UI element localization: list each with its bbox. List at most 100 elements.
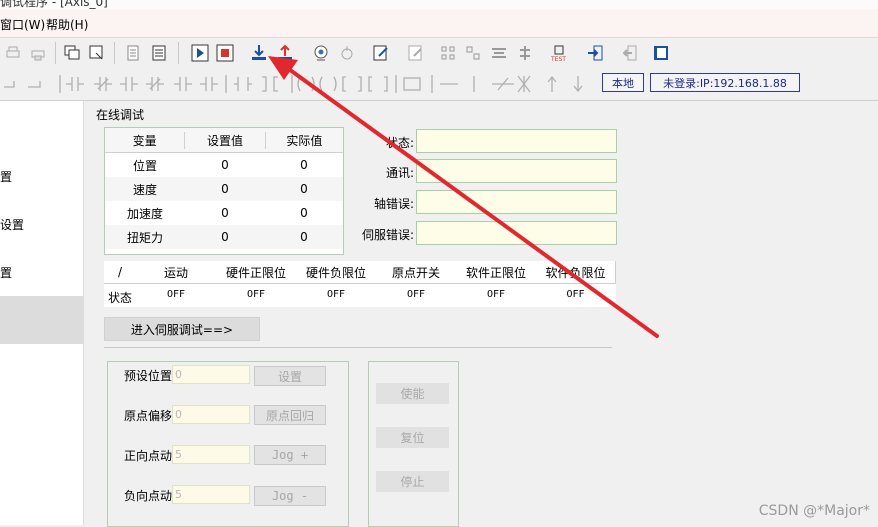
align-icon[interactable] [488,42,510,64]
column-header: 实际值 [286,133,323,148]
servo-error-label: 伺服错误: [361,228,414,242]
origin-offset-label: 原点偏移 [124,409,173,423]
sidebar-item-1[interactable]: 置 [0,168,83,185]
jog-plus-button[interactable]: Jog + [254,445,326,465]
comm-field[interactable] [416,159,617,183]
variable-name: 扭矩力 [126,230,163,245]
actual-value: 0 [300,206,308,220]
book-icon[interactable] [650,42,672,64]
sidebar-item-2[interactable]: 设置 [0,216,83,233]
jog-reverse-input[interactable]: 5 [172,485,250,504]
motion-flag: OFF [166,289,186,300]
preset-position-input[interactable]: 0 [172,365,250,384]
sidebar-item-3[interactable]: 置 [0,264,83,281]
toolbar-ladder: 本地 未登录:IP:192.168.1.88 [0,68,878,101]
menu-bar: 窗口(W) 帮助(H) [0,9,878,38]
preset-position-label: 预设位置 [124,369,173,383]
document-icon[interactable] [122,42,144,64]
sw-pos-limit-flag: OFF [486,289,506,300]
menu-help[interactable]: 帮助(H) [46,16,88,33]
divider [104,347,612,348]
limit-status-table: / 运动 硬件正限位 硬件负限位 原点开关 软件正限位 软件负限位 状态 OFF… [104,261,616,307]
actual-value: 0 [300,230,308,244]
jog-forward-input[interactable]: 5 [172,445,250,464]
comm-label: 通讯: [385,166,414,180]
row-label: 状态 [108,291,133,305]
set-button[interactable]: 设置 [254,366,326,386]
column-header: 硬件正限位 [216,261,297,284]
variable-table: 变量 设置值 实际值 位置 0 0 速度 0 0 加速度 0 0 扭矩力 0 0 [104,127,344,255]
table-row: 扭矩力 0 0 [105,225,343,249]
servo-error-field[interactable] [416,221,617,245]
status-field[interactable] [416,129,617,153]
watermark: CSDN @*Major* [758,503,870,519]
hw-neg-limit-flag: OFF [326,289,346,300]
cascade-icon[interactable] [61,42,83,64]
axis-error-label: 轴错误: [373,197,414,211]
home-return-button[interactable]: 原点回归 [254,405,326,425]
column-header: 硬件负限位 [296,261,377,284]
jog-minus-button[interactable]: Jog - [254,486,326,506]
actual-value: 0 [300,182,308,196]
edit-icon[interactable] [370,42,392,64]
jog-reverse-label: 负向点动 [124,489,173,503]
variable-name: 加速度 [126,206,163,221]
sidebar: 置 设置 置 [0,101,84,525]
title-bar: 调试程序 - [Axis_0] [0,0,878,9]
table-row: 速度 0 0 [105,177,343,201]
stop-icon[interactable] [214,42,236,64]
status-label: 状态: [385,136,414,150]
variable-name: 速度 [132,182,157,197]
grid2-icon[interactable] [462,42,484,64]
enable-button[interactable]: 使能 [376,383,449,404]
distribute-icon[interactable] [514,42,536,64]
stop-button[interactable]: 停止 [376,471,449,492]
print-setup-icon[interactable] [27,42,49,64]
table-row: 位置 0 0 [105,153,343,177]
jog-forward-label: 正向点动 [124,449,173,463]
window-title: 调试程序 - [Axis_0] [0,0,108,9]
download-icon[interactable] [248,42,270,64]
column-header: 原点开关 [376,261,457,284]
toolbar-main: TEST [0,38,878,68]
grid-icon[interactable] [437,42,459,64]
column-header: 软件负限位 [536,261,616,284]
logout-icon[interactable] [618,42,640,64]
enter-servo-debug-button[interactable]: 进入伺服调试==> [104,317,260,341]
calculator-icon[interactable] [148,42,170,64]
variable-name: 位置 [132,158,157,173]
camera-icon[interactable] [310,42,332,64]
test-icon[interactable]: TEST [548,42,570,64]
login-status-button[interactable]: 未登录:IP:192.168.1.88 [650,73,800,92]
svg-text:TEST: TEST [550,56,566,62]
local-mode-button[interactable]: 本地 [602,73,644,92]
origin-switch-flag: OFF [406,289,426,300]
set-value: 0 [221,206,229,220]
run-icon[interactable] [189,42,211,64]
ladder-instruction-icons[interactable] [0,73,600,95]
login-icon[interactable] [584,42,606,64]
column-header: 运动 [136,261,217,284]
column-header: 设置值 [185,131,266,149]
column-header: 软件正限位 [456,261,537,284]
origin-offset-input[interactable]: 0 [172,405,250,424]
toolbar-separator [55,42,56,64]
column-header: 变量 [105,131,186,149]
menu-window[interactable]: 窗口(W) [0,16,45,33]
tile-icon[interactable] [86,42,108,64]
table-row: 加速度 0 0 [105,201,343,225]
print-icon[interactable] [2,42,24,64]
scope-icon[interactable] [336,42,358,64]
axis-error-field[interactable] [416,190,617,214]
sw-neg-limit-flag: OFF [566,289,585,300]
reset-button[interactable]: 复位 [376,427,449,448]
set-value: 0 [221,230,229,244]
upload-icon[interactable] [274,42,296,64]
table-header: 变量 设置值 实际值 [105,128,343,153]
sidebar-item-selected[interactable] [0,296,83,344]
toolbar-separator [114,42,115,64]
toolbar-separator [178,42,179,64]
set-value: 0 [221,158,229,172]
section-title: 在线调试 [96,108,145,122]
notes-icon[interactable] [404,42,426,64]
